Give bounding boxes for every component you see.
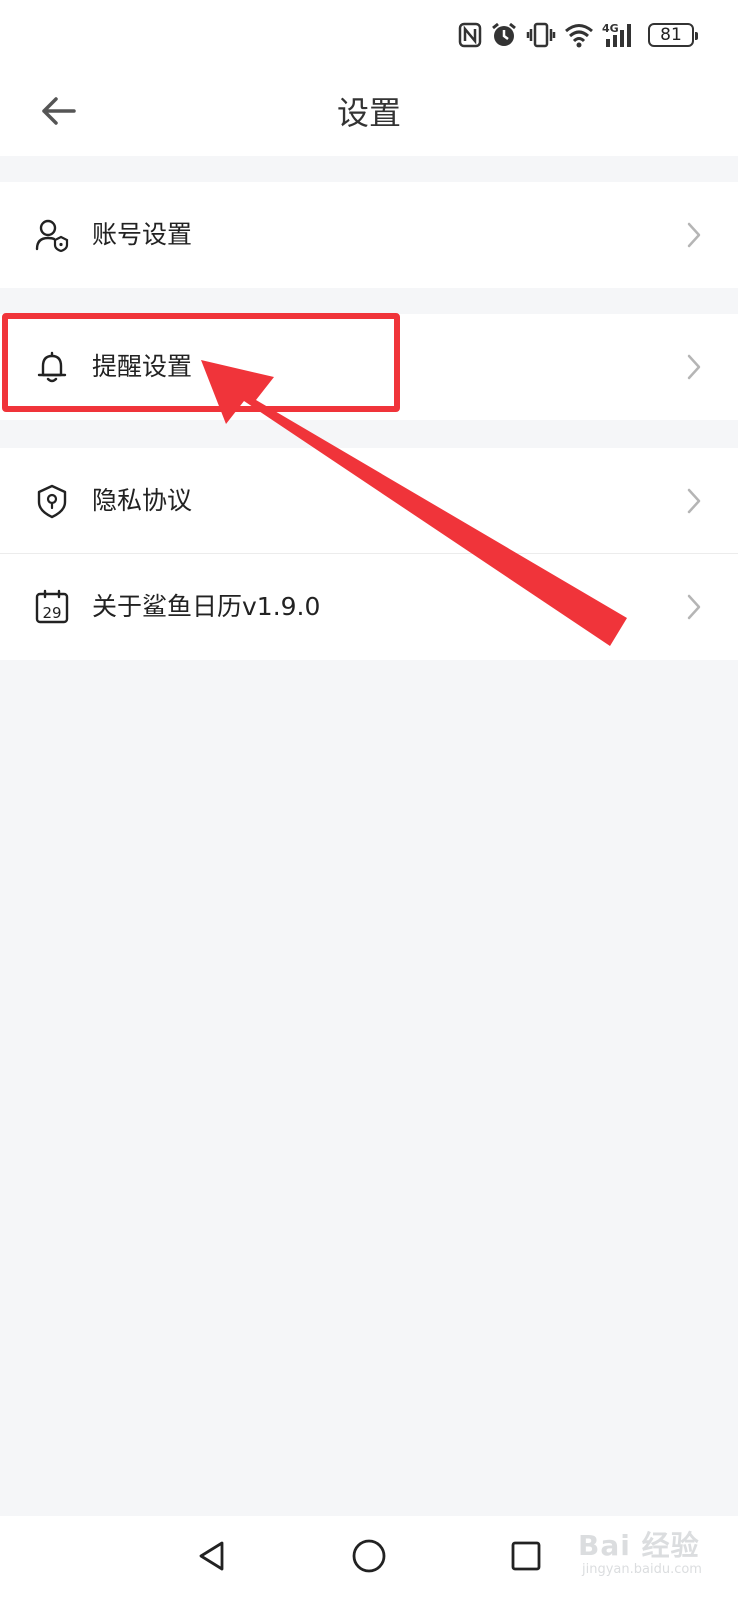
user-shield-icon: [34, 217, 70, 253]
wifi-icon: [564, 22, 594, 48]
home-circle-icon: [351, 1538, 387, 1578]
watermark-text: Bai 经验: [578, 1529, 700, 1562]
settings-item-account[interactable]: 账号设置: [0, 182, 738, 288]
bell-icon: [34, 349, 70, 385]
privacy-shield-icon: [34, 483, 70, 519]
alarm-icon: [490, 21, 518, 49]
nav-back-button[interactable]: [188, 1534, 236, 1582]
vibrate-icon: [526, 21, 556, 49]
chevron-right-icon: [684, 352, 704, 382]
settings-item-about[interactable]: 29 关于鲨鱼日历v1.9.0: [0, 554, 738, 660]
chevron-right-icon: [684, 220, 704, 250]
battery-icon: 81: [648, 23, 698, 47]
status-icons: 4G 81: [458, 20, 698, 50]
settings-card-info: 隐私协议 29 关于鲨鱼日历v1.9.0: [0, 448, 738, 660]
baidu-watermark: Bai 经验 jingyan.baidu.com: [578, 1518, 708, 1588]
calendar-icon: 29: [34, 589, 70, 625]
settings-item-privacy[interactable]: 隐私协议: [0, 448, 738, 554]
back-triangle-icon: [195, 1539, 229, 1577]
chevron-right-icon: [684, 486, 704, 516]
app-header: 设置: [0, 70, 738, 156]
nav-home-button[interactable]: [345, 1534, 393, 1582]
settings-card-account: 账号设置: [0, 182, 738, 288]
status-bar: 4G 81: [0, 0, 738, 70]
page-title: 设置: [336, 94, 401, 132]
settings-item-label: 隐私协议: [92, 486, 193, 515]
chevron-right-icon: [684, 592, 704, 622]
nfc-icon: [458, 22, 482, 48]
settings-item-label: 账号设置: [92, 220, 193, 249]
svg-text:4G: 4G: [602, 22, 619, 35]
signal-icon: 4G: [602, 21, 636, 49]
recents-square-icon: [509, 1539, 543, 1577]
settings-item-reminder[interactable]: 提醒设置: [0, 314, 738, 420]
battery-level: 81: [660, 25, 682, 45]
settings-item-label: 关于鲨鱼日历v1.9.0: [92, 592, 321, 621]
settings-item-label: 提醒设置: [92, 352, 193, 381]
nav-recents-button[interactable]: [502, 1534, 550, 1582]
svg-text:29: 29: [42, 604, 61, 622]
watermark-url: jingyan.baidu.com: [582, 1562, 702, 1577]
settings-card-reminder: 提醒设置: [0, 314, 738, 420]
